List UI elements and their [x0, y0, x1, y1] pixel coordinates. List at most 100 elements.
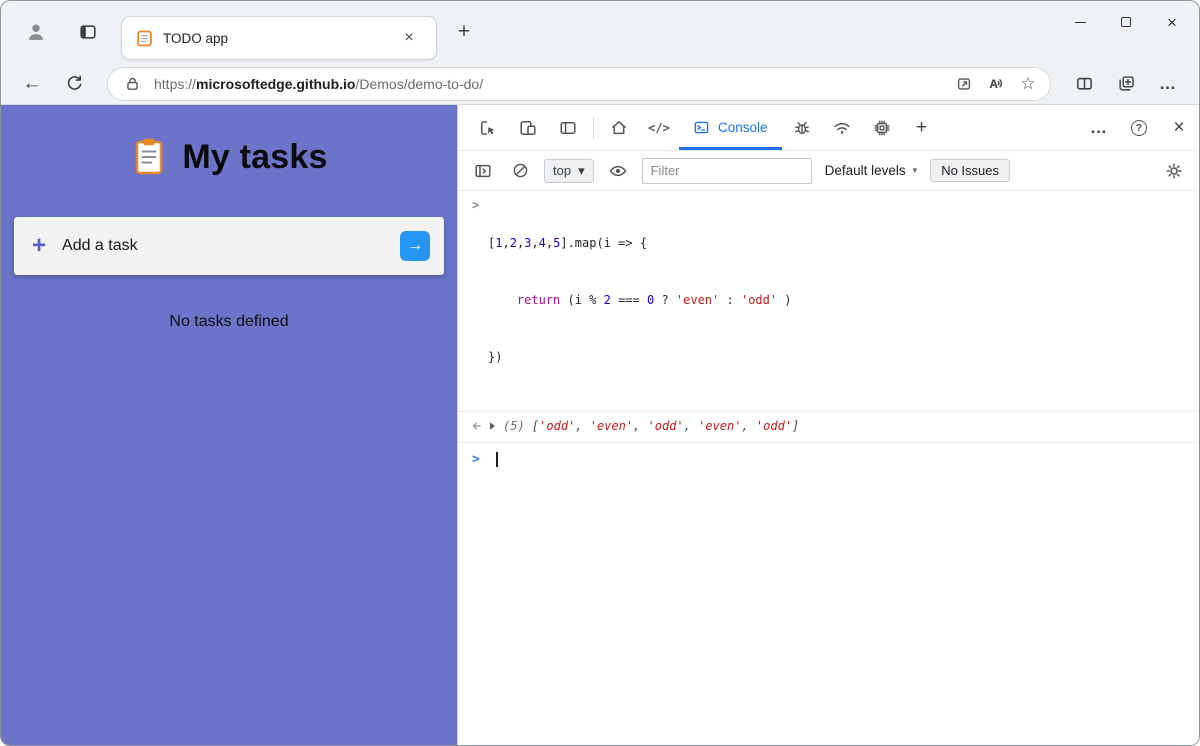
minimize-icon	[1075, 22, 1086, 23]
panel-layout-icon	[558, 118, 578, 138]
close-window-button[interactable]: ×	[1149, 1, 1195, 43]
clipboard-icon	[130, 137, 168, 177]
tab-favicon-notepad-icon	[136, 30, 153, 47]
result-icons	[470, 420, 497, 432]
console-icon	[693, 119, 710, 136]
tab-console[interactable]: Console	[679, 105, 782, 150]
inspect-element-button[interactable]	[468, 105, 508, 150]
window-controls: ×	[1057, 1, 1195, 43]
tab-memory[interactable]	[862, 105, 902, 150]
maximize-button[interactable]	[1103, 1, 1149, 43]
live-expression-button[interactable]	[605, 158, 631, 184]
add-task-field[interactable]: + Add a task →	[14, 217, 444, 275]
site-info-button[interactable]	[118, 70, 146, 98]
tab-welcome[interactable]	[599, 105, 639, 150]
split-screen-icon	[1075, 74, 1094, 93]
star-icon: ☆	[1020, 74, 1035, 94]
console-sidebar-toggle[interactable]	[470, 158, 496, 184]
read-aloud-button[interactable]: A	[980, 70, 1012, 98]
split-screen-button[interactable]	[1063, 67, 1105, 101]
console-result-entry[interactable]: (5) ['odd', 'even', 'odd', 'even', 'odd'…	[458, 412, 1199, 443]
result-value: (5) ['odd', 'even', 'odd', 'even', 'odd'…	[503, 417, 799, 436]
refresh-icon	[65, 74, 84, 93]
devtools-settings-button[interactable]	[1161, 158, 1187, 184]
command-code: [1,2,3,4,5].map(i => { return (i % 2 ===…	[488, 196, 792, 405]
console-input-row[interactable]: >	[458, 443, 1199, 475]
devtools-more-button[interactable]: …	[1079, 105, 1119, 150]
panel-layout-button[interactable]	[548, 105, 588, 150]
favorites-button[interactable]: ☆	[1012, 70, 1044, 98]
new-tab-button[interactable]: +	[447, 15, 481, 49]
return-value-arrow-icon	[470, 420, 482, 432]
empty-tasks-message: No tasks defined	[1, 313, 457, 331]
url-path: /Demos/demo-to-do/	[355, 76, 483, 92]
memory-chip-icon	[872, 118, 892, 138]
clear-console-button[interactable]	[507, 158, 533, 184]
inspect-icon	[478, 118, 498, 138]
console-toolbar: top ▾ Default levels ▾ No Issues	[458, 151, 1199, 191]
code-line: [1,2,3,4,5].map(i => {	[488, 234, 792, 253]
chevron-down-icon: ▾	[913, 165, 918, 176]
chevron-down-icon: ▾	[578, 163, 585, 179]
devtools-help-button[interactable]: ?	[1119, 105, 1159, 150]
close-icon: ×	[1167, 14, 1177, 31]
more-icon: …	[1090, 118, 1108, 138]
url-host: microsoftedge.github.io	[196, 76, 355, 92]
device-emulation-button[interactable]	[508, 105, 548, 150]
plus-icon: +	[916, 117, 927, 139]
open-in-app-icon	[955, 75, 973, 93]
browser-menu-button[interactable]: …	[1147, 67, 1189, 101]
command-chevron-icon: >	[472, 196, 488, 215]
close-icon: ×	[404, 29, 413, 47]
code-line: })	[488, 348, 792, 367]
tab-network[interactable]	[822, 105, 862, 150]
log-levels-label: Default levels	[825, 163, 906, 178]
expand-triangle-icon[interactable]	[487, 421, 497, 431]
log-levels-dropdown[interactable]: Default levels ▾	[823, 160, 920, 181]
open-in-app-button[interactable]	[948, 70, 980, 98]
tab-elements[interactable]: </>	[639, 105, 679, 150]
refresh-button[interactable]	[53, 67, 95, 101]
wifi-icon	[832, 118, 852, 138]
issues-counter-button[interactable]: No Issues	[930, 159, 1010, 182]
add-plus-icon: +	[32, 234, 46, 258]
address-bar[interactable]: https://microsoftedge.github.io/Demos/de…	[107, 67, 1051, 101]
workspaces-button[interactable]	[71, 15, 105, 49]
app-header: My tasks	[1, 133, 457, 181]
text-cursor	[496, 452, 498, 467]
page-content: My tasks + Add a task → No tasks defined	[1, 105, 1199, 745]
arrow-right-icon: →	[407, 238, 423, 254]
clear-circle-slash-icon	[511, 161, 530, 180]
devtools-close-button[interactable]: ×	[1159, 105, 1199, 150]
console-filter-input[interactable]	[642, 158, 812, 184]
svg-text:A: A	[989, 77, 998, 91]
minimize-button[interactable]	[1057, 1, 1103, 43]
lock-icon	[124, 75, 141, 92]
devtools-panel: </> Console	[457, 105, 1199, 745]
prompt-chevron-icon: >	[472, 450, 488, 469]
maximize-icon	[1121, 17, 1131, 27]
add-tool-button[interactable]: +	[902, 105, 942, 150]
workspaces-icon	[78, 22, 98, 42]
url-text[interactable]: https://microsoftedge.github.io/Demos/de…	[154, 76, 948, 92]
collections-button[interactable]	[1105, 67, 1147, 101]
help-icon: ?	[1131, 120, 1147, 136]
back-button[interactable]: ←	[11, 67, 53, 101]
console-log-area[interactable]: > [1,2,3,4,5].map(i => { return (i % 2 =…	[458, 191, 1199, 745]
page-title: My tasks	[182, 138, 327, 177]
collections-icon	[1117, 74, 1136, 93]
back-arrow-icon: ←	[23, 73, 42, 95]
person-icon	[25, 21, 47, 43]
console-command-entry[interactable]: > [1,2,3,4,5].map(i => { return (i % 2 =…	[458, 191, 1199, 412]
context-selector-dropdown[interactable]: top ▾	[544, 159, 594, 183]
todo-app-panel: My tasks + Add a task → No tasks defined	[1, 105, 457, 745]
read-aloud-icon: A	[987, 74, 1006, 93]
gear-icon	[1164, 161, 1184, 181]
profile-avatar[interactable]	[19, 15, 53, 49]
add-task-label[interactable]: Add a task	[62, 237, 384, 255]
add-task-submit-button[interactable]: →	[400, 231, 430, 261]
issues-label: No Issues	[941, 163, 999, 178]
tab-debugger[interactable]	[782, 105, 822, 150]
tab-close-button[interactable]: ×	[392, 21, 426, 55]
browser-tab[interactable]: TODO app ×	[121, 16, 437, 60]
